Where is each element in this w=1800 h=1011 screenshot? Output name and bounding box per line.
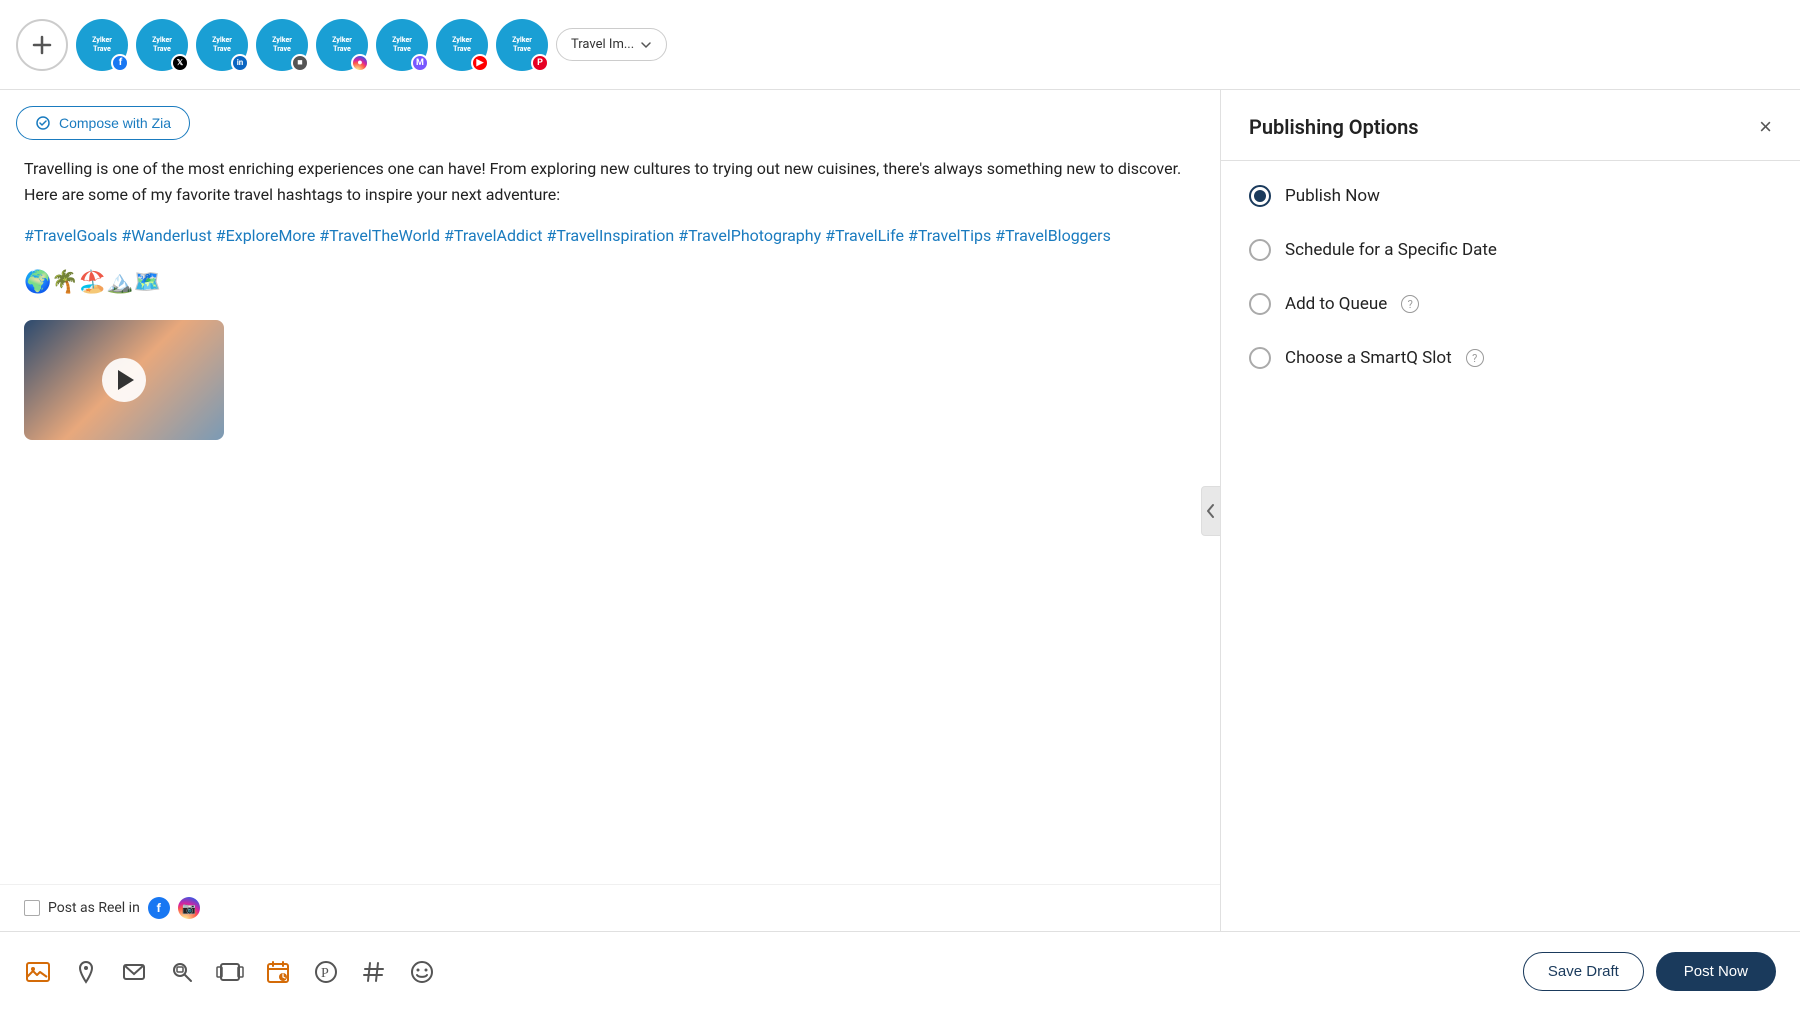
image-search-icon[interactable] (168, 958, 196, 986)
location-icon[interactable] (72, 958, 100, 986)
fb-badge: f (111, 54, 129, 72)
compose-label: Compose with Zia (59, 115, 171, 131)
account-pt[interactable]: ZylkerTrave P (496, 19, 548, 71)
account-yt[interactable]: ZylkerTrave ▶ (436, 19, 488, 71)
account-li[interactable]: ZylkerTrave in (196, 19, 248, 71)
collapse-panel-button[interactable] (1201, 486, 1220, 536)
add-queue-label: Add to Queue (1285, 294, 1387, 314)
account-ig[interactable]: ZylkerTrave ● (316, 19, 368, 71)
bottom-toolbar: P Save Draft Post Now (0, 931, 1800, 1011)
post-emojis: 🌍🌴🏖️🏔️🗺️ (24, 265, 1196, 300)
svg-text:P: P (321, 966, 329, 981)
post-now-button[interactable]: Post Now (1656, 952, 1776, 991)
account-fb[interactable]: ZylkerTrave f (76, 19, 128, 71)
video-thumbnail[interactable] (24, 320, 224, 440)
radio-publish-now[interactable] (1249, 185, 1271, 207)
pt-badge: P (531, 54, 549, 72)
reel-ig-icon: 📷 (178, 897, 200, 919)
mention-icon[interactable] (120, 958, 148, 986)
option-schedule-date[interactable]: Schedule for a Specific Date (1249, 239, 1772, 261)
option-add-queue[interactable]: Add to Queue ? (1249, 293, 1772, 315)
chevron-left-icon (1206, 503, 1216, 519)
radio-smartq-slot[interactable] (1249, 347, 1271, 369)
carousel-icon[interactable] (216, 958, 244, 986)
play-button[interactable] (102, 358, 146, 402)
smartq-slot-label: Choose a SmartQ Slot (1285, 348, 1452, 368)
emoji-icon[interactable] (408, 958, 436, 986)
account-ms[interactable]: ZylkerTrave M (376, 19, 428, 71)
publishing-options-list: Publish Now Schedule for a Specific Date… (1221, 161, 1800, 393)
publish-now-label: Publish Now (1285, 186, 1380, 206)
add-queue-info-icon[interactable]: ? (1401, 295, 1419, 313)
zia-icon (35, 115, 51, 131)
image-upload-icon[interactable] (24, 958, 52, 986)
pinterest-icon[interactable]: P (312, 958, 340, 986)
account-bk[interactable]: ZylkerTrave ■ (256, 19, 308, 71)
ms-badge: M (411, 54, 429, 72)
channel-dropdown[interactable]: Travel Im... (556, 28, 667, 61)
bk-badge: ■ (291, 54, 309, 72)
option-publish-now[interactable]: Publish Now (1249, 185, 1772, 207)
account-tw[interactable]: ZylkerTrave 𝕏 (136, 19, 188, 71)
smartq-slot-info-icon[interactable]: ? (1466, 349, 1484, 367)
reel-label: Post as Reel in (48, 900, 140, 916)
panel-title: Publishing Options (1249, 115, 1419, 139)
add-account-button[interactable] (16, 19, 68, 71)
hashtag-icon[interactable] (360, 958, 388, 986)
li-badge: in (231, 54, 249, 72)
radio-add-queue[interactable] (1249, 293, 1271, 315)
toolbar-right: Save Draft Post Now (1523, 952, 1776, 991)
tw-badge: 𝕏 (171, 54, 189, 72)
main-layout: Compose with Zia Travelling is one of th… (0, 90, 1800, 931)
top-bar: ZylkerTrave f ZylkerTrave 𝕏 ZylkerTrave … (0, 0, 1800, 90)
schedule-icon[interactable] (264, 958, 292, 986)
reel-fb-icon: f (148, 897, 170, 919)
schedule-date-label: Schedule for a Specific Date (1285, 240, 1497, 260)
yt-badge: ▶ (471, 54, 489, 72)
radio-inner-publish-now (1254, 190, 1266, 202)
save-draft-button[interactable]: Save Draft (1523, 952, 1644, 991)
close-panel-button[interactable]: × (1759, 114, 1772, 140)
ig-badge: ● (351, 54, 369, 72)
toolbar-left: P (24, 958, 436, 986)
left-panel: Compose with Zia Travelling is one of th… (0, 90, 1220, 931)
post-hashtags: #TravelGoals #Wanderlust #ExploreMore #T… (24, 223, 1196, 249)
channel-label: Travel Im... (571, 37, 634, 52)
post-text: Travelling is one of the most enriching … (24, 156, 1196, 207)
post-content-area: Travelling is one of the most enriching … (0, 156, 1220, 884)
chevron-down-icon (640, 39, 652, 51)
publishing-options-panel: Publishing Options × Publish Now Schedul… (1220, 90, 1800, 931)
radio-schedule-date[interactable] (1249, 239, 1271, 261)
panel-header: Publishing Options × (1221, 90, 1800, 161)
option-smartq-slot[interactable]: Choose a SmartQ Slot ? (1249, 347, 1772, 369)
reel-checkbox[interactable] (24, 900, 40, 916)
reel-bar: Post as Reel in f 📷 (0, 884, 1220, 931)
compose-with-zia-button[interactable]: Compose with Zia (16, 106, 190, 140)
